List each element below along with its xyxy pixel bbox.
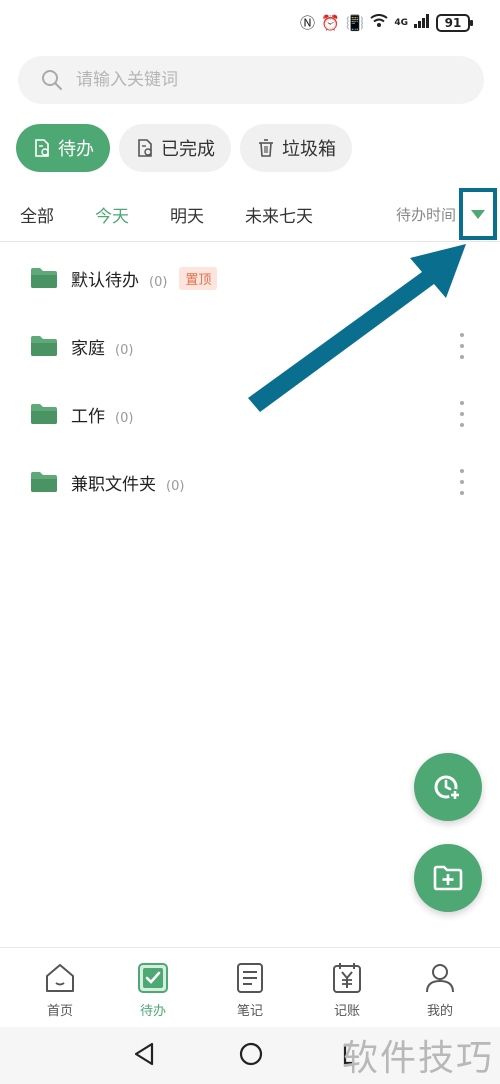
sort-dropdown-button[interactable] (459, 188, 497, 240)
chip-todo-label: 待办 (58, 139, 94, 160)
folder-name-text: 家庭 (71, 338, 105, 359)
folder-name-text: 默认待办 (71, 270, 139, 291)
nav-ledger[interactable]: 记账 (317, 960, 377, 1019)
status-bar: Ⓝ ⏰ 📳 4G 91 (0, 0, 500, 48)
folder-name: 默认待办 (0) 置顶 (71, 266, 218, 291)
date-tabs: 全部 今天 明天 未来七天 待办时间 (0, 188, 500, 242)
battery-level: 91 (444, 15, 462, 30)
folder-icon (31, 472, 57, 492)
folder-name: 兼职文件夹 (0) (71, 470, 184, 495)
todo-doc-icon (35, 139, 49, 157)
folder-count: (0) (166, 478, 185, 494)
add-folder-icon (433, 865, 463, 891)
more-options-icon[interactable] (458, 401, 466, 427)
search-icon (42, 70, 62, 90)
trash-icon (259, 139, 273, 157)
pinned-badge: 置顶 (179, 266, 218, 290)
home-circle-icon[interactable] (238, 1041, 264, 1067)
folder-count: (0) (115, 342, 134, 358)
chip-done-label: 已完成 (161, 139, 215, 160)
nfc-icon: Ⓝ (299, 14, 315, 32)
add-reminder-button[interactable] (414, 753, 482, 821)
folder-name-text: 工作 (71, 406, 105, 427)
tab-tomorrow[interactable]: 明天 (170, 202, 204, 227)
folder-name-text: 兼职文件夹 (71, 474, 156, 495)
tab-next-seven-days[interactable]: 未来七天 (245, 202, 313, 227)
battery-icon: 91 (436, 13, 473, 32)
network-label: 4G (394, 17, 408, 28)
ledger-icon (333, 963, 361, 993)
done-doc-icon (138, 139, 152, 157)
vibrate-icon: 📳 (345, 13, 365, 32)
folder-icon (31, 268, 57, 288)
folder-count: (0) (115, 410, 134, 426)
more-options-icon[interactable] (458, 333, 466, 359)
folder-name: 工作 (0) (71, 402, 133, 427)
triangle-down-icon (471, 209, 485, 219)
status-icons: Ⓝ ⏰ 📳 4G 91 (299, 12, 473, 33)
folder-name: 家庭 (0) (71, 334, 133, 359)
tab-all[interactable]: 全部 (20, 202, 54, 227)
nav-ledger-label: 记账 (333, 1004, 360, 1019)
chip-trash[interactable]: 垃圾箱 (240, 124, 352, 172)
folder-icon (31, 336, 57, 356)
nav-notes[interactable]: 笔记 (220, 960, 280, 1019)
tab-today[interactable]: 今天 (95, 202, 129, 227)
nav-todo[interactable]: 待办 (123, 960, 183, 1019)
nav-profile-label: 我的 (426, 1004, 453, 1019)
profile-icon (426, 964, 454, 993)
nav-home[interactable]: 首页 (30, 960, 90, 1019)
todo-check-icon (138, 963, 168, 993)
folder-icon (31, 404, 57, 424)
note-icon (237, 963, 263, 993)
nav-todo-label: 待办 (139, 1004, 166, 1019)
more-options-icon[interactable] (458, 469, 466, 495)
search-input[interactable] (76, 70, 456, 90)
bottom-navigation: 首页 待办 笔记 记账 我的 (0, 947, 500, 1027)
folder-row[interactable]: 兼职文件夹 (0) (0, 448, 500, 516)
signal-icon (414, 13, 430, 32)
add-reminder-icon (434, 775, 461, 801)
system-navigation-bar: 软件技巧 (0, 1027, 500, 1084)
add-folder-button[interactable] (414, 844, 482, 912)
folder-count: (0) (149, 274, 168, 290)
home-icon (46, 964, 74, 992)
back-icon[interactable] (132, 1041, 156, 1067)
folder-row[interactable]: 默认待办 (0) 置顶 (0, 244, 500, 312)
folder-row[interactable]: 工作 (0) (0, 380, 500, 448)
chip-trash-label: 垃圾箱 (282, 139, 336, 160)
nav-profile[interactable]: 我的 (410, 960, 470, 1019)
sort-label[interactable]: 待办时间 (396, 204, 456, 225)
folder-row[interactable]: 家庭 (0) (0, 312, 500, 380)
chip-todo[interactable]: 待办 (16, 124, 110, 172)
filter-chips: 待办 已完成 垃圾箱 (16, 124, 352, 172)
nav-notes-label: 笔记 (236, 1004, 263, 1019)
alarm-icon: ⏰ (320, 13, 340, 32)
nav-home-label: 首页 (46, 1004, 73, 1019)
wifi-icon (370, 13, 388, 32)
chip-done[interactable]: 已完成 (119, 124, 231, 172)
watermark-text: 软件技巧 (341, 1038, 494, 1079)
search-bar[interactable] (18, 56, 484, 104)
